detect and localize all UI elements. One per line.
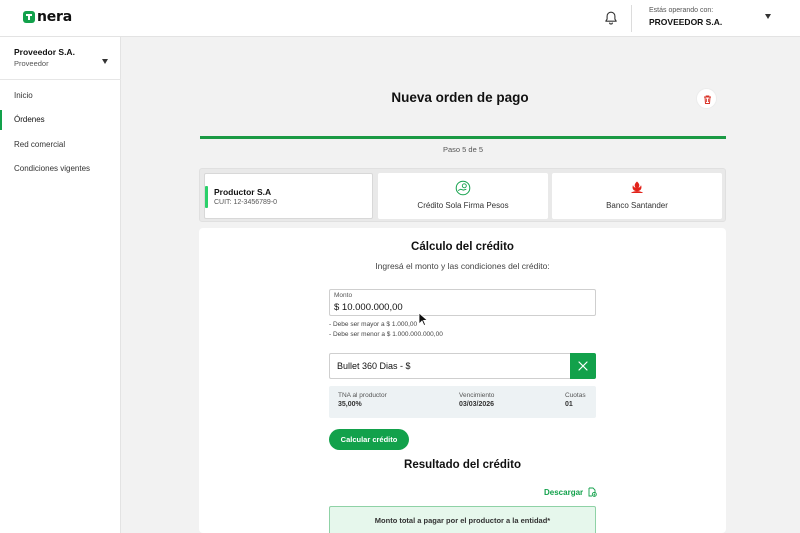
calculate-credit-button[interactable]: Calcular crédito <box>329 429 409 450</box>
result-title: Resultado del crédito <box>404 459 521 471</box>
download-label: Descargar <box>544 487 584 497</box>
delete-order-button[interactable] <box>696 88 717 109</box>
operating-label: Estás operando con: <box>649 7 714 14</box>
installments-column: Cuotas 01 <box>565 392 586 408</box>
bank-label: Banco Santander <box>606 201 668 210</box>
producer-card[interactable]: Productor S.A CUIT: 12-3456789-0 <box>204 173 373 219</box>
due-date-column: Vencimiento 03/03/2026 <box>459 392 494 408</box>
logo-text: nera <box>37 9 73 25</box>
order-summary: Productor S.A CUIT: 12-3456789-0 Crédito… <box>199 168 726 222</box>
tna-column: TNA al productor 35,00% <box>338 392 387 408</box>
sidebar: Proveedor S.A. Proveedor Inicio Órdenes … <box>0 37 121 533</box>
due-date-label: Vencimiento <box>459 392 495 399</box>
operating-entity-select[interactable]: PROVEEDOR S.A. <box>649 17 722 27</box>
installments-value: 01 <box>565 401 573 408</box>
amount-label: Monto <box>334 292 353 299</box>
download-icon <box>588 487 597 497</box>
product-card[interactable]: Crédito Sola Firma Pesos <box>378 173 548 219</box>
company-name[interactable]: Proveedor S.A. <box>14 47 75 57</box>
clear-plan-button[interactable] <box>570 353 596 379</box>
santander-flame-icon <box>629 180 645 196</box>
bell-icon[interactable] <box>603 10 619 26</box>
nera-logo-icon <box>23 11 35 23</box>
hand-coin-icon <box>455 180 471 196</box>
amount-hint-max: - Debe ser menor a $ 1.000.000.000,00 <box>329 331 443 338</box>
trash-icon <box>704 95 711 104</box>
progress-bar <box>200 136 726 139</box>
sidebar-item-inicio[interactable]: Inicio <box>0 86 121 106</box>
tna-value: 35,00% <box>338 401 362 408</box>
producer-cuit: CUIT: 12-3456789-0 <box>214 199 278 206</box>
company-role: Proveedor <box>14 59 49 68</box>
amount-value[interactable]: $ 10.000.000,00 <box>334 302 403 313</box>
topbar-divider <box>631 5 632 32</box>
sidebar-item-ordenes[interactable]: Órdenes <box>0 110 121 130</box>
credit-plan-select[interactable]: Bullet 360 Dias - $ <box>329 353 570 379</box>
close-icon <box>578 361 588 371</box>
step-indicator: Paso 5 de 5 <box>442 145 484 154</box>
total-amount-label: Monto total a pagar por el productor a l… <box>374 516 551 525</box>
selected-indicator <box>205 186 208 208</box>
sidebar-item-condiciones-vigentes[interactable]: Condiciones vigentes <box>0 159 121 179</box>
chevron-down-icon[interactable] <box>765 14 771 19</box>
credit-plan-value: Bullet 360 Dias - $ <box>337 361 411 371</box>
mouse-cursor-icon <box>418 312 429 332</box>
progress-fill <box>200 136 726 139</box>
total-amount-box: Monto total a pagar por el productor a l… <box>329 506 596 533</box>
amount-input[interactable]: Monto $ 10.000.000,00 <box>329 289 596 316</box>
top-bar: nera Estás operando con: PROVEEDOR S.A. <box>0 0 800 37</box>
calculation-subtitle: Ingresá el monto y las condiciones del c… <box>375 261 550 271</box>
credit-calculation-panel: Cálculo del crédito Ingresá el monto y l… <box>199 228 726 533</box>
calculation-title: Cálculo del crédito <box>411 241 514 253</box>
credit-conditions: TNA al productor 35,00% Vencimiento 03/0… <box>329 386 596 418</box>
page-title: Nueva orden de pago <box>391 90 529 105</box>
installments-label: Cuotas <box>565 392 586 399</box>
producer-name: Productor S.A <box>214 187 272 197</box>
due-date-value: 03/03/2026 <box>459 401 495 408</box>
sidebar-item-red-comercial[interactable]: Red comercial <box>0 135 121 155</box>
chevron-down-icon[interactable] <box>102 59 108 64</box>
app-logo[interactable]: nera <box>23 9 72 25</box>
tna-label: TNA al productor <box>338 392 387 399</box>
bank-card[interactable]: Banco Santander <box>552 173 722 219</box>
product-label: Crédito Sola Firma Pesos <box>417 201 509 210</box>
download-button[interactable]: Descargar <box>544 487 597 497</box>
amount-hint-min: - Debe ser mayor a $ 1.000,00 <box>329 321 418 328</box>
sidebar-divider <box>0 79 121 80</box>
